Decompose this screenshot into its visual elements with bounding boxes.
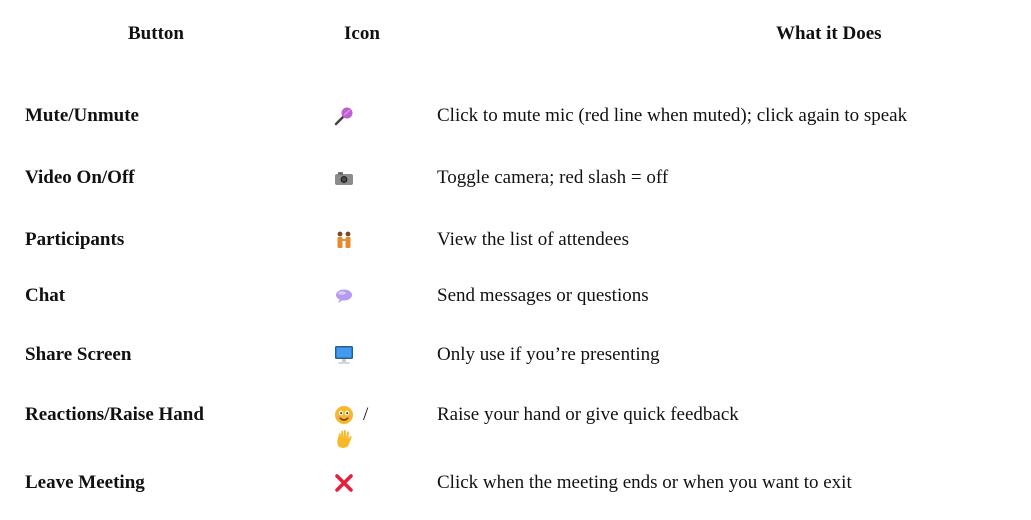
table-row: Leave Meeting Click when the meeting end…: [0, 471, 1031, 501]
microphone-icon: [332, 104, 356, 128]
participants-icon: [332, 228, 356, 252]
icon-separator: /: [363, 404, 369, 425]
meeting-controls-guide: Button Icon What it Does Mute/Unmute Cli…: [0, 0, 1031, 520]
camera-icon: [332, 166, 356, 190]
icon-cell-reactions: /: [332, 403, 392, 463]
icon-cell-share: [332, 343, 392, 403]
button-name-reactions: Reactions/Raise Hand: [25, 404, 204, 425]
smiley-icon: [332, 403, 356, 427]
description-participants: View the list of attendees: [437, 229, 629, 250]
table-row: Share Screen Only use if you’re presenti…: [0, 343, 1031, 373]
description-leave: Click when the meeting ends or when you …: [437, 472, 852, 493]
description-video: Toggle camera; red slash = off: [437, 167, 669, 188]
header-description: What it Does: [776, 23, 882, 44]
description-reactions: Raise your hand or give quick feedback: [437, 404, 739, 425]
raised-hand-icon: [332, 427, 356, 451]
table-row: Reactions/Raise Hand / Raise your hand o…: [0, 403, 1031, 448]
button-name-leave: Leave Meeting: [25, 472, 145, 493]
chat-bubble-icon: [332, 284, 356, 308]
table-row: Participants View the list of attendees: [0, 228, 1031, 258]
table-row: Video On/Off Toggle camera; red slash = …: [0, 166, 1031, 196]
table-row: Chat Send messages or questions: [0, 284, 1031, 314]
button-name-share: Share Screen: [25, 344, 132, 365]
description-share: Only use if you’re presenting: [437, 344, 660, 365]
table-header: Button Icon What it Does: [0, 22, 1031, 46]
table-row: Mute/Unmute Click to mute mic (red line …: [0, 104, 1031, 134]
button-name-participants: Participants: [25, 229, 125, 250]
description-mute: Click to mute mic (red line when muted);…: [437, 105, 908, 126]
icon-cell-leave: [332, 471, 392, 520]
monitor-icon: [332, 343, 356, 367]
icon-cell-participants: [332, 228, 392, 288]
header-icon: Icon: [344, 23, 380, 44]
header-button: Button: [128, 23, 184, 44]
icon-cell-chat: [332, 284, 392, 344]
button-name-video: Video On/Off: [25, 167, 135, 188]
description-chat: Send messages or questions: [437, 285, 649, 306]
icon-cell-mute: [332, 104, 392, 164]
icon-cell-video: [332, 166, 392, 226]
red-x-icon: [332, 471, 356, 495]
button-name-mute: Mute/Unmute: [25, 105, 139, 126]
button-name-chat: Chat: [25, 285, 66, 306]
